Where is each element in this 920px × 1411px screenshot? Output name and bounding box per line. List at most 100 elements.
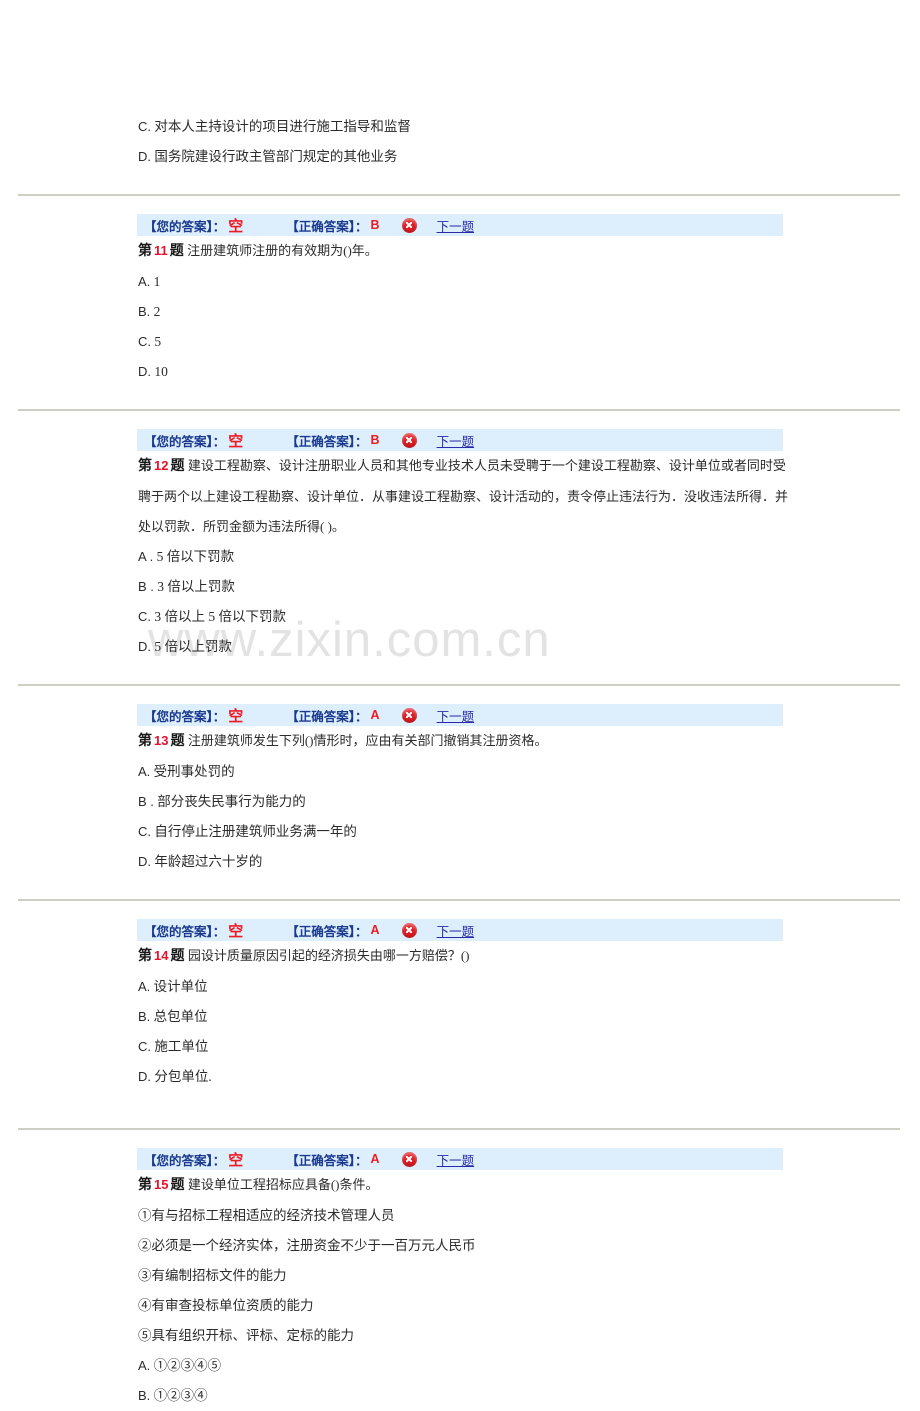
option-row: D. 5 倍以上罚款 xyxy=(0,632,920,662)
option-label: C. xyxy=(138,609,151,624)
option-row: B. 总包单位 xyxy=(0,1002,920,1032)
option-text: 10 xyxy=(154,364,168,379)
option-text: 自行停止注册建筑师业务满一年的 xyxy=(154,824,357,839)
answer-bar: 【您的答案】： 空 【正确答案】： A 下一题 xyxy=(137,704,783,726)
option-label: A. xyxy=(138,979,151,994)
option-row: B . 3 倍以上罚款 xyxy=(0,572,920,602)
option-row: D. 年龄超过六十岁的 xyxy=(0,847,920,877)
question-block-14: 【您的答案】： 空 【正确答案】： A 下一题 第 14 题 园设计质量原因引起的经… xyxy=(0,919,920,1092)
option-row: C. 施工单位 xyxy=(0,1032,920,1062)
your-answer-label: 【您的答案】： xyxy=(144,219,226,234)
previous-question-options: C. 对本人主持设计的项目进行施工指导和监督 D. 国务院建设行政主管部门规定的… xyxy=(0,112,920,172)
error-cross-icon xyxy=(401,707,417,723)
correct-answer-label: 【正确答案】： xyxy=(286,219,368,234)
question-number: 14 xyxy=(154,948,169,963)
option-text: 年龄超过六十岁的 xyxy=(154,854,263,869)
answer-bar: 【您的答案】： 空 【正确答案】： B 下一题 xyxy=(137,214,783,236)
condition-row: ①有与招标工程相适应的经济技术管理人员 xyxy=(138,1208,395,1223)
option-text: 5 倍以下罚款 xyxy=(156,549,235,564)
answer-bar: 【您的答案】： 空 【正确答案】： B 下一题 xyxy=(137,429,783,451)
correct-answer-value: A xyxy=(370,708,380,722)
question-number: 12 xyxy=(154,458,169,473)
option-row: A. 1 xyxy=(0,267,920,297)
question-stem: 第 11 题 注册建筑师注册的有效期为()年。 xyxy=(0,236,920,267)
option-list: A. ①②③④⑤ B. ①②③④ xyxy=(0,1351,920,1411)
answer-bar: 【您的答案】： 空 【正确答案】： A 下一题 xyxy=(137,1148,783,1170)
next-question-link[interactable]: 下一题 xyxy=(437,216,475,235)
option-text: 对本人主持设计的项目进行施工指导和监督 xyxy=(154,119,411,134)
your-answer-label: 【您的答案】： xyxy=(144,924,226,939)
answer-bar: 【您的答案】： 空 【正确答案】： A 下一题 xyxy=(137,919,783,941)
next-question-link[interactable]: 下一题 xyxy=(437,431,475,450)
correct-answer-value: B xyxy=(370,218,380,232)
question-stem: 第 14 题 园设计质量原因引起的经济损失由哪一方赔偿？() xyxy=(0,941,920,972)
question-block-13: 【您的答案】： 空 【正确答案】： A 下一题 第 13 题 注册建筑师发生下列()… xyxy=(0,704,920,877)
your-answer-value: 空 xyxy=(228,218,244,235)
option-label: C. xyxy=(138,334,151,349)
question-prefix: 第 xyxy=(138,949,152,964)
option-label: B. xyxy=(138,1388,151,1403)
question-block-15: 【您的答案】： 空 【正确答案】： A 下一题 第 15 题 建设单位工程招标应具备… xyxy=(0,1148,920,1411)
option-row: A. ①②③④⑤ xyxy=(0,1351,920,1381)
question-text: 建设工程勘察、设计注册职业人员和其他专业技术人员未受聘于一个建设工程勘察、设计单… xyxy=(138,458,789,534)
question-block-11: 【您的答案】： 空 【正确答案】： B 下一题 第 11 题 注册建筑师注册的有效期… xyxy=(0,214,920,387)
your-answer-value: 空 xyxy=(228,923,244,940)
option-text: 分包单位. xyxy=(154,1069,212,1084)
next-question-link[interactable]: 下一题 xyxy=(437,1150,475,1169)
option-row: D. 国务院建设行政主管部门规定的其他业务 xyxy=(0,142,920,172)
option-text: 3 倍以上 5 倍以下罚款 xyxy=(154,609,286,624)
option-text: ①②③④⑤ xyxy=(153,1358,222,1373)
option-label: D. xyxy=(138,364,151,379)
option-text: 部分丧失民事行为能力的 xyxy=(157,794,306,809)
option-label: C. xyxy=(138,1039,151,1054)
option-list: A. 受刑事处罚的 B . 部分丧失民事行为能力的 C. 自行停止注册建筑师业务… xyxy=(0,757,920,877)
next-question-link[interactable]: 下一题 xyxy=(437,706,475,725)
option-row: A . 5 倍以下罚款 xyxy=(0,542,920,572)
option-text: 3 倍以上罚款 xyxy=(157,579,235,594)
condition-row: ②必须是一个经济实体，注册资金不少于一百万元人民币 xyxy=(138,1238,476,1253)
condition-row: ③有编制招标文件的能力 xyxy=(138,1268,287,1283)
option-label: B. xyxy=(138,1009,151,1024)
option-list: A . 5 倍以下罚款 B . 3 倍以上罚款 C. 3 倍以上 5 倍以下罚款… xyxy=(0,542,920,662)
error-cross-icon xyxy=(401,922,417,938)
option-label: A . xyxy=(138,549,154,564)
option-text: 2 xyxy=(153,304,161,319)
option-text: ①②③④ xyxy=(153,1388,208,1403)
option-list: A. 设计单位 B. 总包单位 C. 施工单位 D. 分包单位. xyxy=(0,972,920,1092)
correct-answer-label: 【正确答案】： xyxy=(286,434,368,449)
question-text: 园设计质量原因引起的经济损失由哪一方赔偿？() xyxy=(187,948,470,963)
question-number: 11 xyxy=(154,243,168,258)
exam-review-page: C. 对本人主持设计的项目进行施工指导和监督 D. 国务院建设行政主管部门规定的… xyxy=(0,0,920,1411)
question-prefix: 第 xyxy=(138,734,152,749)
your-answer-value: 空 xyxy=(228,433,244,450)
option-row: C. 5 xyxy=(0,327,920,357)
option-text: 设计单位 xyxy=(153,979,208,994)
question-suffix: 题 xyxy=(170,949,185,964)
option-text: 5 倍以上罚款 xyxy=(154,639,232,654)
your-answer-value: 空 xyxy=(228,1152,244,1169)
option-text: 总包单位 xyxy=(153,1009,208,1024)
next-question-link[interactable]: 下一题 xyxy=(437,921,475,940)
option-text: 国务院建设行政主管部门规定的其他业务 xyxy=(154,149,398,164)
option-row: D. 10 xyxy=(0,357,920,387)
option-label: D. xyxy=(138,854,151,869)
option-label: C. xyxy=(138,119,151,134)
question-prefix: 第 xyxy=(138,244,152,259)
top-spacer xyxy=(0,0,920,112)
option-row: A. 受刑事处罚的 xyxy=(0,757,920,787)
question-suffix: 题 xyxy=(170,459,185,474)
correct-answer-value: B xyxy=(370,433,380,447)
option-label: D. xyxy=(138,149,151,164)
option-label: B. xyxy=(138,304,151,319)
option-text: 受刑事处罚的 xyxy=(153,764,235,779)
option-label: B . xyxy=(138,579,154,594)
